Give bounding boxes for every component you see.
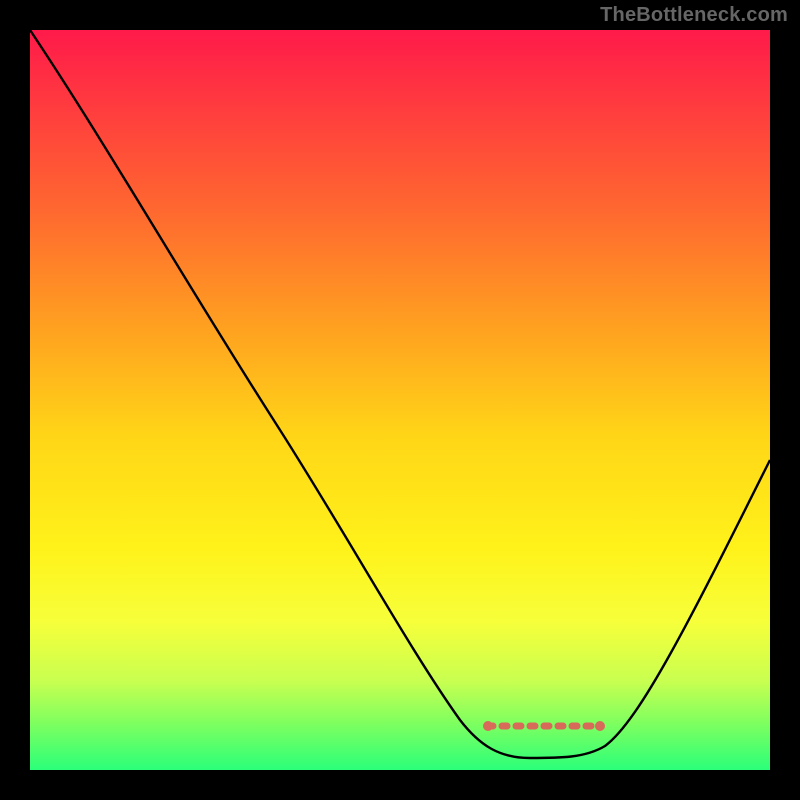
flat-marker-start [483, 721, 493, 731]
watermark-text: TheBottleneck.com [600, 4, 788, 27]
chart-container: TheBottleneck.com [0, 0, 800, 800]
bottleneck-curve [30, 30, 770, 758]
curve-svg [30, 30, 770, 770]
plot-area [30, 30, 770, 770]
flat-marker-end [595, 721, 605, 731]
